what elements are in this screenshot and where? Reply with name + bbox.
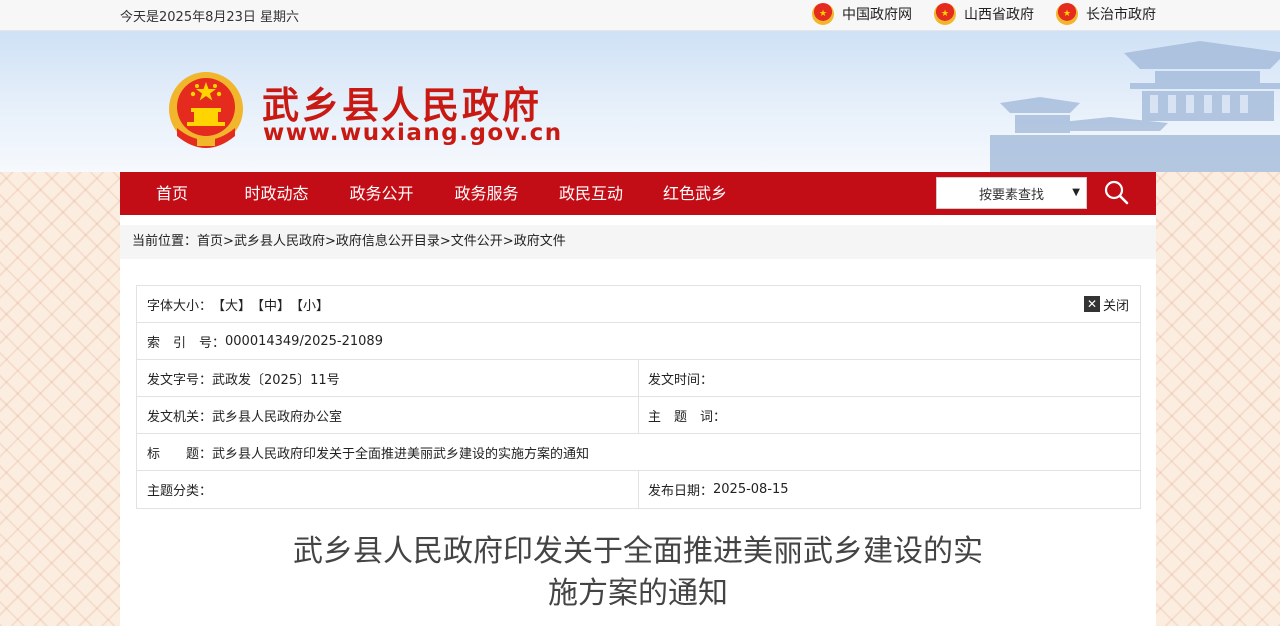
breadcrumb-item-home[interactable]: 首页 [197, 234, 223, 249]
temple-decoration [990, 41, 1280, 172]
breadcrumb-separator: > [223, 234, 234, 249]
publish-date-value: 2025-08-15 [713, 482, 789, 497]
index-value: 000014349/2025-21089 [225, 333, 383, 349]
index-row: 索 引 号： 000014349/2025-21089 [137, 323, 1140, 360]
category-label: 主题分类： [147, 484, 213, 499]
breadcrumb-item-county-gov[interactable]: 武乡县人民政府 [234, 234, 325, 249]
title-label: 标 题： [147, 446, 213, 462]
breadcrumb-separator: > [439, 234, 451, 249]
close-label: 关闭 [1103, 298, 1130, 314]
issue-time-field: 发文时间： [648, 360, 713, 396]
breadcrumb-separator: > [324, 234, 336, 249]
category-row: 主题分类： 发布日期： 2025-08-15 [137, 471, 1140, 508]
breadcrumb-item-info-catalog[interactable]: 政府信息公开目录 [336, 234, 440, 249]
font-size-control: 字体大小： 【大】 【中】 【小】 [147, 286, 329, 322]
document-title-line: 施方案的通知 [548, 576, 728, 611]
issuer-value: 武乡县人民政府办公室 [212, 409, 343, 425]
font-medium-button[interactable]: 【中】 [251, 295, 290, 314]
column-divider [638, 360, 639, 396]
font-size-label: 字体大小： [147, 298, 213, 314]
top-links: ★ 中国政府网 ★ 山西省政府 ★ 长治市政府 [812, 3, 1156, 25]
top-link-label: 中国政府网 [842, 7, 912, 23]
search-type-select[interactable]: 按要素查找 ▼ [936, 177, 1087, 209]
nav-items: 首页 时政动态 政务公开 政务服务 政民互动 红色武乡 [120, 172, 747, 215]
search-icon[interactable] [1102, 178, 1130, 206]
national-emblem-icon: ★ [1056, 3, 1078, 25]
nav-item-services[interactable]: 政务服务 [434, 172, 539, 215]
doc-no-label: 发文字号： [147, 372, 213, 388]
national-emblem-icon: ★ [812, 3, 834, 25]
index-field: 索 引 号： 000014349/2025-21089 [147, 323, 383, 359]
publish-date-label: 发布日期： [648, 484, 714, 499]
title-value: 武乡县人民政府印发关于全面推进美丽武乡建设的实施方案的通知 [212, 446, 590, 462]
publish-date-field: 发布日期： 2025-08-15 [648, 471, 789, 508]
nav-item-interaction[interactable]: 政民互动 [539, 172, 643, 215]
column-divider [638, 397, 639, 433]
top-link-label: 长治市政府 [1086, 7, 1156, 23]
close-button[interactable]: ✕ 关闭 [1084, 286, 1129, 322]
font-size-row: 字体大小： 【大】 【中】 【小】 ✕ 关闭 [137, 286, 1140, 323]
breadcrumb-prefix: 当前位置： [132, 234, 198, 249]
doc-no-field: 发文字号： 武政发〔2025〕11号 [147, 360, 340, 396]
breadcrumb-item-file-public[interactable]: 文件公开 [451, 234, 503, 249]
issuer-label: 发文机关： [147, 409, 213, 425]
document-title-line: 武乡县人民政府印发关于全面推进美丽武乡建设的实 [293, 534, 983, 569]
top-link-label: 山西省政府 [964, 7, 1034, 23]
column-divider [638, 471, 639, 508]
nav-item-home[interactable]: 首页 [120, 172, 224, 215]
title-row: 标 题： 武乡县人民政府印发关于全面推进美丽武乡建设的实施方案的通知 [137, 434, 1140, 471]
document-meta-table: 字体大小： 【大】 【中】 【小】 ✕ 关闭 索 引 号： 000014349/… [136, 285, 1141, 509]
issuer-field: 发文机关： 武乡县人民政府办公室 [147, 397, 342, 433]
national-emblem-icon: ★ [934, 3, 956, 25]
chevron-down-icon: ▼ [1072, 187, 1080, 198]
search-type-value: 按要素查找 [978, 187, 1044, 203]
document-title: 武乡县人民政府印发关于全面推进美丽武乡建设的实 施方案的通知 [260, 531, 1016, 615]
close-icon: ✕ [1084, 296, 1100, 312]
top-link-changzhi-gov[interactable]: ★ 长治市政府 [1056, 3, 1156, 25]
doc-no-value: 武政发〔2025〕11号 [212, 372, 340, 388]
issuer-row: 发文机关： 武乡县人民政府办公室 主 题 词： [137, 397, 1140, 434]
breadcrumb-separator: > [502, 234, 514, 249]
site-url: www.wuxiang.gov.cn [263, 120, 563, 146]
font-small-button[interactable]: 【小】 [290, 295, 329, 314]
font-large-button[interactable]: 【大】 [212, 295, 251, 314]
index-label: 索 引 号： [147, 335, 226, 351]
top-link-china-gov[interactable]: ★ 中国政府网 [812, 3, 912, 25]
keywords-label: 主 题 词： [648, 409, 727, 425]
national-emblem-icon[interactable] [167, 70, 245, 152]
category-field: 主题分类： [147, 471, 212, 508]
keywords-field: 主 题 词： [648, 397, 726, 433]
title-field: 标 题： 武乡县人民政府印发关于全面推进美丽武乡建设的实施方案的通知 [147, 434, 589, 470]
nav-item-news[interactable]: 时政动态 [224, 172, 329, 215]
header-banner: 武乡县人民政府 www.wuxiang.gov.cn [0, 31, 1280, 172]
nav-item-public-info[interactable]: 政务公开 [329, 172, 434, 215]
doc-no-row: 发文字号： 武政发〔2025〕11号 发文时间： [137, 360, 1140, 397]
content-area: 当前位置：首页>武乡县人民政府>政府信息公开目录>文件公开>政府文件 字体大小：… [120, 215, 1156, 626]
top-link-shanxi-gov[interactable]: ★ 山西省政府 [934, 3, 1034, 25]
breadcrumb-item-gov-files[interactable]: 政府文件 [514, 234, 566, 249]
top-bar: 今天是2025年8月23日 星期六 ★ 中国政府网 ★ 山西省政府 ★ 长治市政… [0, 0, 1280, 31]
issue-time-label: 发文时间： [648, 372, 714, 388]
breadcrumb: 当前位置：首页>武乡县人民政府>政府信息公开目录>文件公开>政府文件 [120, 225, 1156, 259]
main-nav: 首页 时政动态 政务公开 政务服务 政民互动 红色武乡 按要素查找 ▼ [120, 172, 1156, 215]
current-date: 今天是2025年8月23日 星期六 [120, 10, 300, 25]
nav-item-red-wuxiang[interactable]: 红色武乡 [643, 172, 747, 215]
